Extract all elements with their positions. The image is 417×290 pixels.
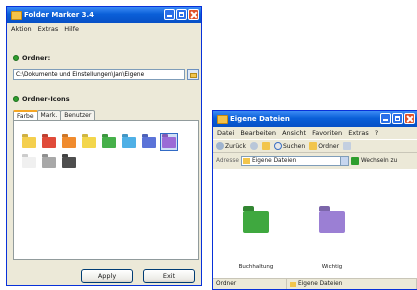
back-button[interactable]: Zurück <box>216 142 246 150</box>
folder-path-row: C:\Dokumente und Einstellungen\Jan\Eigen… <box>13 69 199 80</box>
address-bar: Adresse Eigene Dateien Wechseln zu <box>213 155 417 167</box>
folder-color-swatch[interactable] <box>40 133 58 151</box>
bullet-icon <box>13 55 19 61</box>
folder-icon <box>62 156 76 168</box>
apply-button[interactable]: Apply <box>81 269 133 283</box>
menu-action[interactable]: Aktion <box>11 23 32 35</box>
maximize-button[interactable] <box>176 9 187 20</box>
purple-folder-icon[interactable] <box>319 211 345 233</box>
menu-extras[interactable]: Extras <box>348 127 369 139</box>
folder-icon <box>22 156 36 168</box>
folder-label[interactable]: Buchhaltung <box>231 264 281 270</box>
status-right: Eigene Dateien <box>287 279 417 289</box>
folder-color-swatch[interactable] <box>140 133 158 151</box>
folder-path-input[interactable]: C:\Dokumente und Einstellungen\Jan\Eigen… <box>13 69 185 80</box>
folder-icon <box>122 136 136 148</box>
green-folder-icon[interactable] <box>243 211 269 233</box>
folder-color-swatch[interactable] <box>100 133 118 151</box>
forward-arrow-icon[interactable] <box>249 142 258 150</box>
title-bar[interactable]: Eigene Dateien <box>213 111 417 127</box>
color-panel <box>13 120 199 260</box>
toolbar: Zurück Suchen Ordner <box>213 139 417 153</box>
chevron-down-icon[interactable] <box>339 157 348 165</box>
icon-section-label: Ordner-Icons <box>13 95 70 103</box>
folder-icon <box>290 281 296 287</box>
folder-color-swatch[interactable] <box>80 133 98 151</box>
exit-button[interactable]: Exit <box>143 269 195 283</box>
window-title: Eigene Dateien <box>230 115 290 123</box>
title-bar[interactable]: Folder Marker 3.4 <box>7 7 201 23</box>
folders-button[interactable]: Ordner <box>309 142 339 150</box>
views-icon[interactable] <box>343 142 352 150</box>
back-arrow-icon <box>216 142 224 150</box>
folder-icon <box>22 136 36 148</box>
search-button[interactable]: Suchen <box>273 142 305 150</box>
go-arrow-icon[interactable] <box>350 157 359 165</box>
bullet-icon <box>13 96 19 102</box>
folder-color-swatch[interactable] <box>40 153 58 171</box>
status-bar: Ordner Eigene Dateien <box>213 278 417 289</box>
folder-icon <box>42 156 56 168</box>
explorer-window: Eigene Dateien Datei Bearbeiten Ansicht … <box>212 110 417 290</box>
menu-bar: Aktion Extras Hilfe <box>7 23 201 35</box>
folder-color-swatch[interactable] <box>120 133 138 151</box>
folder-icon <box>217 115 228 124</box>
address-label: Adresse <box>216 158 239 164</box>
folder-icon <box>242 158 250 164</box>
menu-extras[interactable]: Extras <box>38 23 59 35</box>
folder-color-swatch[interactable] <box>60 153 78 171</box>
go-label[interactable]: Wechseln zu <box>361 158 397 164</box>
up-folder-icon[interactable] <box>261 142 270 150</box>
menu-view[interactable]: Ansicht <box>282 127 306 139</box>
menu-bar: Datei Bearbeiten Ansicht Favoriten Extra… <box>213 127 417 139</box>
folder-view: Buchhaltung Wichtig <box>213 169 417 279</box>
address-input[interactable]: Eigene Dateien <box>240 156 349 166</box>
folder-label[interactable]: Wichtig <box>307 264 357 270</box>
folder-color-swatch[interactable] <box>160 133 178 151</box>
minimize-button[interactable] <box>164 9 175 20</box>
search-icon <box>273 142 282 150</box>
menu-help[interactable]: Hilfe <box>64 23 79 35</box>
folder-icon <box>162 136 176 148</box>
close-button[interactable] <box>404 113 415 124</box>
folder-icon <box>82 136 96 148</box>
maximize-button[interactable] <box>392 113 403 124</box>
minimize-button[interactable] <box>380 113 391 124</box>
folder-color-grid <box>20 133 178 171</box>
folder-icon <box>142 136 156 148</box>
menu-file[interactable]: Datei <box>217 127 234 139</box>
menu-edit[interactable]: Bearbeiten <box>240 127 276 139</box>
close-button[interactable] <box>188 9 199 20</box>
folders-icon <box>309 142 318 150</box>
tab-strip: Farbe Mark. Benutzer <box>13 110 96 123</box>
folder-marker-window: Folder Marker 3.4 Aktion Extras Hilfe Or… <box>6 6 202 286</box>
folder-section-label: Ordner: <box>13 54 50 62</box>
folder-color-swatch[interactable] <box>20 133 38 151</box>
folder-color-swatch[interactable] <box>20 153 38 171</box>
folder-color-swatch[interactable] <box>60 133 78 151</box>
browse-folder-icon[interactable] <box>187 69 199 80</box>
status-left: Ordner <box>213 279 287 289</box>
window-title: Folder Marker 3.4 <box>24 11 94 19</box>
folder-icon <box>102 136 116 148</box>
menu-help[interactable]: ? <box>375 127 378 139</box>
app-icon <box>11 11 22 20</box>
folder-icon <box>62 136 76 148</box>
folder-icon <box>42 136 56 148</box>
menu-favorites[interactable]: Favoriten <box>312 127 342 139</box>
